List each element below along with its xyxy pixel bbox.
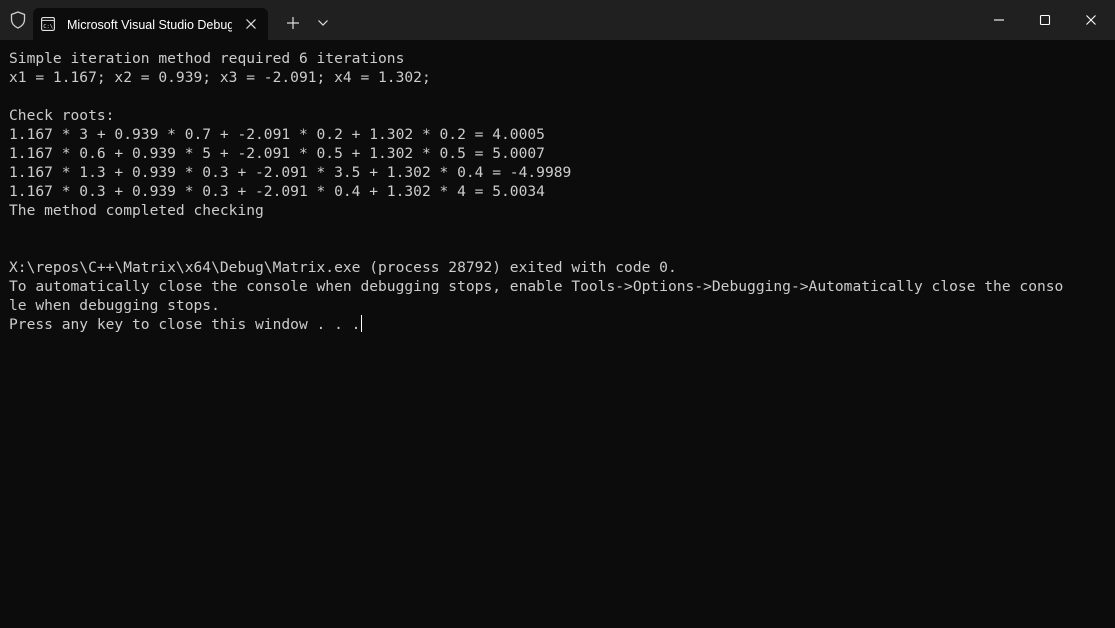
chevron-down-icon	[318, 20, 328, 26]
output-line: X:\repos\C++\Matrix\x64\Debug\Matrix.exe…	[9, 259, 677, 276]
close-icon[interactable]	[241, 14, 261, 34]
title-bar[interactable]: C:\ Microsoft Visual Studio Debug Consol…	[0, 0, 1115, 40]
close-window-button[interactable]	[1068, 0, 1114, 40]
terminal-window: C:\ Microsoft Visual Studio Debug Consol…	[0, 0, 1115, 628]
maximize-button[interactable]	[1022, 0, 1068, 40]
plus-icon	[287, 17, 299, 29]
tab-title: Microsoft Visual Studio Debug Console	[67, 18, 232, 32]
output-line: x1 = 1.167; x2 = 0.939; x3 = -2.091; x4 …	[9, 69, 431, 86]
text-cursor	[361, 315, 363, 332]
output-line: 1.167 * 0.3 + 0.939 * 0.3 + -2.091 * 0.4…	[9, 183, 545, 200]
console-icon: C:\	[41, 17, 55, 31]
minimize-button[interactable]	[976, 0, 1022, 40]
output-line: 1.167 * 0.6 + 0.939 * 5 + -2.091 * 0.5 +…	[9, 145, 545, 162]
minimize-icon	[994, 19, 1004, 21]
new-tab-button[interactable]	[281, 11, 305, 35]
output-line: 1.167 * 1.3 + 0.939 * 0.3 + -2.091 * 3.5…	[9, 164, 572, 181]
close-icon	[1086, 15, 1096, 25]
tab-dropdown-button[interactable]	[311, 11, 335, 35]
output-line: To automatically close the console when …	[9, 278, 1064, 295]
shield-icon	[6, 8, 30, 32]
maximize-icon	[1039, 14, 1051, 26]
prompt-line: Press any key to close this window . . .	[9, 315, 1109, 334]
output-line: Check roots:	[9, 107, 115, 124]
output-line: The method completed checking	[9, 202, 264, 219]
tab-debug-console[interactable]: C:\ Microsoft Visual Studio Debug Consol…	[33, 8, 268, 40]
output-line: Simple iteration method required 6 itera…	[9, 50, 405, 67]
output-line: 1.167 * 3 + 0.939 * 0.7 + -2.091 * 0.2 +…	[9, 126, 545, 143]
output-line: le when debugging stops.	[9, 297, 220, 314]
prompt-text: Press any key to close this window . . .	[9, 316, 361, 333]
svg-text:C:\: C:\	[43, 24, 53, 30]
console-output[interactable]: Simple iteration method required 6 itera…	[9, 49, 1109, 334]
